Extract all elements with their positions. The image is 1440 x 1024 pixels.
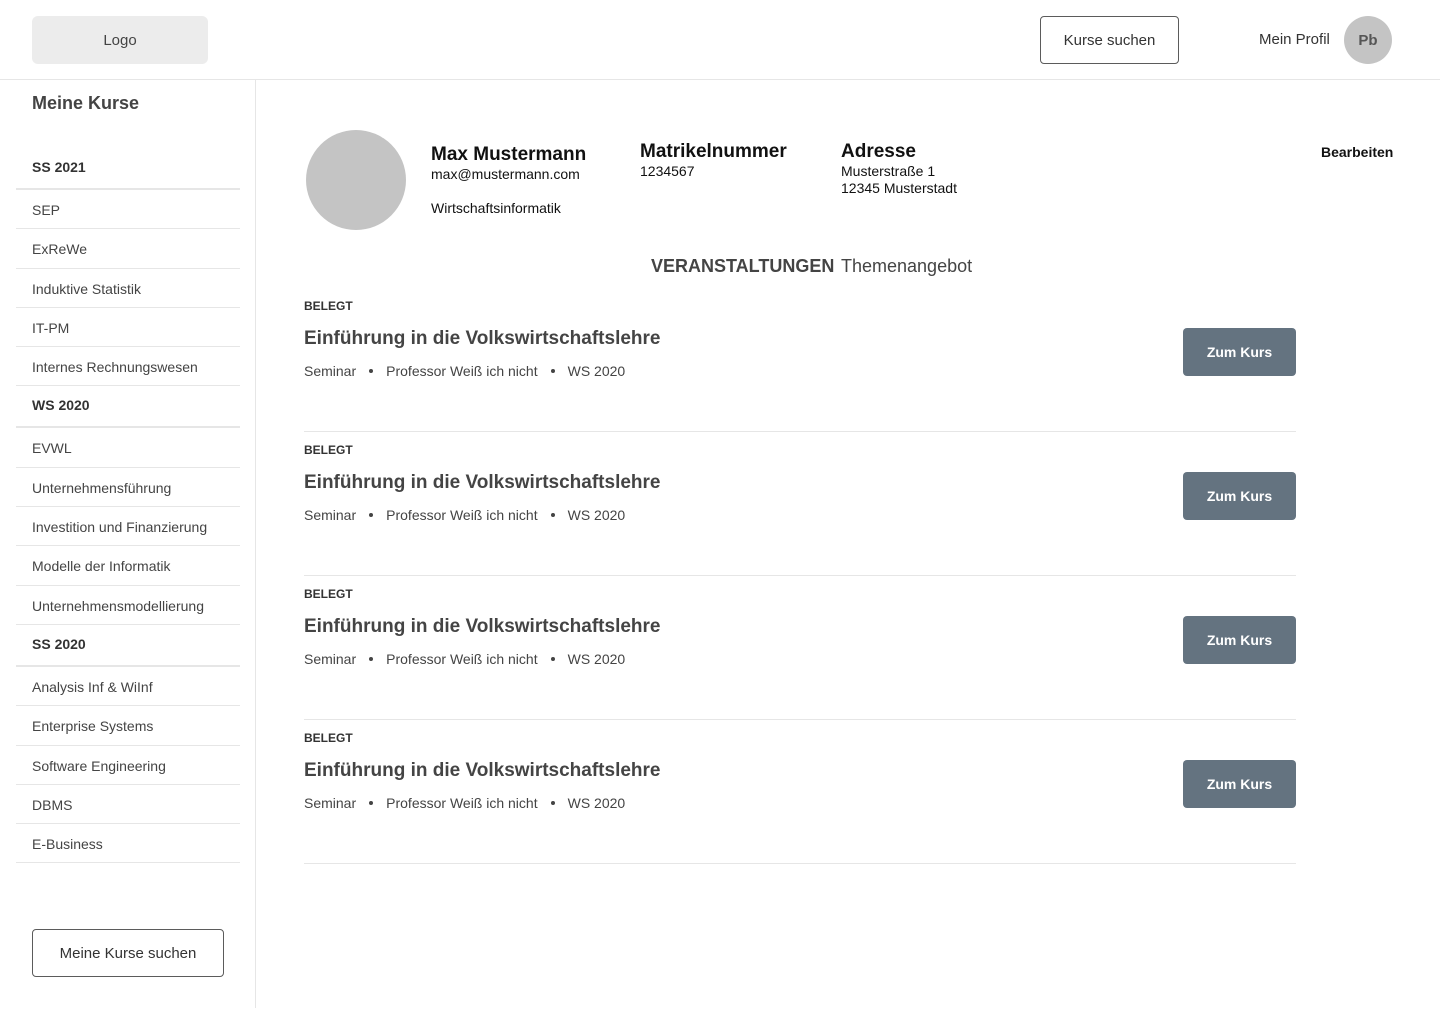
course-semester: WS 2020 — [567, 363, 626, 379]
address-line-2: 12345 Musterstadt — [841, 180, 957, 196]
go-to-course-button[interactable]: Zum Kurs — [1183, 328, 1296, 376]
course-type: Seminar — [304, 507, 357, 523]
course-professor: Professor Weiß ich nicht — [386, 651, 538, 667]
sidebar-item-exrewe[interactable]: ExReWe — [16, 229, 240, 269]
sidebar-item-sep[interactable]: SEP — [16, 190, 240, 230]
course-meta: Seminar Professor Weiß ich nicht WS 2020 — [304, 363, 625, 379]
matriculation-label: Matrikelnummer — [640, 141, 787, 162]
address-line-1: Musterstraße 1 — [841, 163, 936, 179]
course-type: Seminar — [304, 651, 357, 667]
sidebar-item-evwl[interactable]: EVWL — [16, 428, 240, 468]
sidebar-section-ws-2020: WS 2020 — [16, 386, 240, 429]
bullet-icon — [550, 513, 555, 517]
course-title: Einführung in die Volkswirtschaftslehre — [304, 328, 661, 349]
go-to-course-button[interactable]: Zum Kurs — [1183, 616, 1296, 664]
go-to-course-button[interactable]: Zum Kurs — [1183, 760, 1296, 808]
course-professor: Professor Weiß ich nicht — [386, 507, 538, 523]
sidebar-item-software-engineering[interactable]: Software Engineering — [16, 746, 240, 785]
sidebar-item-investition-und-finanzierung[interactable]: Investition und Finanzierung — [16, 507, 240, 547]
course-professor: Professor Weiß ich nicht — [386, 795, 538, 811]
course-type: Seminar — [304, 795, 357, 811]
sidebar-nav: SS 2021 SEP ExReWe Induktive Statistik I… — [16, 148, 240, 864]
edit-profile-button[interactable]: Bearbeiten — [1321, 144, 1393, 160]
course-title: Einführung in die Volkswirtschaftslehre — [304, 472, 661, 493]
sidebar-item-analysis[interactable]: Analysis Inf & WiInf — [16, 667, 240, 707]
sidebar-section-ss-2020: SS 2020 — [16, 625, 240, 667]
search-my-courses-button[interactable]: Meine Kurse suchen — [32, 929, 224, 977]
profile-study-program: Wirtschaftsinformatik — [431, 200, 561, 216]
bullet-icon — [369, 369, 374, 373]
sidebar-section-ss-2021: SS 2021 — [16, 148, 240, 190]
bullet-icon — [369, 801, 374, 805]
sidebar-item-it-pm[interactable]: IT-PM — [16, 308, 240, 348]
my-profile-link[interactable]: Mein Profil — [1259, 31, 1330, 48]
course-status: BELEGT — [304, 299, 353, 313]
course-status: BELEGT — [304, 587, 353, 601]
profile-email: max@mustermann.com — [431, 166, 580, 182]
profile-avatar — [306, 130, 406, 230]
go-to-course-button[interactable]: Zum Kurs — [1183, 472, 1296, 520]
course-type: Seminar — [304, 363, 357, 379]
course-status: BELEGT — [304, 731, 353, 745]
search-courses-button[interactable]: Kurse suchen — [1040, 16, 1179, 64]
course-professor: Professor Weiß ich nicht — [386, 363, 538, 379]
sidebar-item-e-business[interactable]: E-Business — [16, 824, 240, 864]
sidebar-item-enterprise-systems[interactable]: Enterprise Systems — [16, 706, 240, 746]
sidebar-item-dbms[interactable]: DBMS — [16, 785, 240, 825]
matriculation-value: 1234567 — [640, 163, 695, 179]
tab-themenangebot[interactable]: Themenangebot — [841, 256, 972, 277]
course-card: BELEGT Einführung in die Volkswirtschaft… — [304, 576, 1296, 720]
course-card: BELEGT Einführung in die Volkswirtschaft… — [304, 432, 1296, 576]
sidebar-item-modelle-der-informatik[interactable]: Modelle der Informatik — [16, 546, 240, 586]
bullet-icon — [550, 369, 555, 373]
course-title: Einführung in die Volkswirtschaftslehre — [304, 616, 661, 637]
course-semester: WS 2020 — [567, 795, 626, 811]
course-card: BELEGT Einführung in die Volkswirtschaft… — [304, 288, 1296, 432]
course-meta: Seminar Professor Weiß ich nicht WS 2020 — [304, 651, 625, 667]
sidebar-item-induktive-statistik[interactable]: Induktive Statistik — [16, 269, 240, 308]
top-header: Logo Kurse suchen Mein Profil Pb — [0, 0, 1440, 80]
course-meta: Seminar Professor Weiß ich nicht WS 2020 — [304, 507, 625, 523]
bullet-icon — [369, 657, 374, 661]
course-card: BELEGT Einführung in die Volkswirtschaft… — [304, 720, 1296, 864]
sidebar-item-internes-rechnungswesen[interactable]: Internes Rechnungswesen — [16, 347, 240, 387]
bullet-icon — [369, 513, 374, 517]
course-semester: WS 2020 — [567, 651, 626, 667]
sidebar-item-unternehmensmodellierung[interactable]: Unternehmensmodellierung — [16, 586, 240, 625]
bullet-icon — [550, 801, 555, 805]
address-label: Adresse — [841, 141, 916, 162]
sidebar-item-unternehmensfuehrung[interactable]: Unternehmensführung — [16, 468, 240, 508]
sidebar-title: Meine Kurse — [32, 93, 140, 113]
course-title: Einführung in die Volkswirtschaftslehre — [304, 760, 661, 781]
sidebar: Meine Kurse SS 2021 SEP ExReWe Induktive… — [0, 80, 256, 1008]
course-status: BELEGT — [304, 443, 353, 457]
course-semester: WS 2020 — [567, 507, 626, 523]
avatar[interactable]: Pb — [1344, 16, 1392, 64]
tab-veranstaltungen[interactable]: VERANSTALTUNGEN — [651, 256, 834, 277]
course-meta: Seminar Professor Weiß ich nicht WS 2020 — [304, 795, 625, 811]
profile-name: Max Mustermann — [431, 144, 587, 165]
bullet-icon — [550, 657, 555, 661]
logo[interactable]: Logo — [32, 16, 208, 64]
